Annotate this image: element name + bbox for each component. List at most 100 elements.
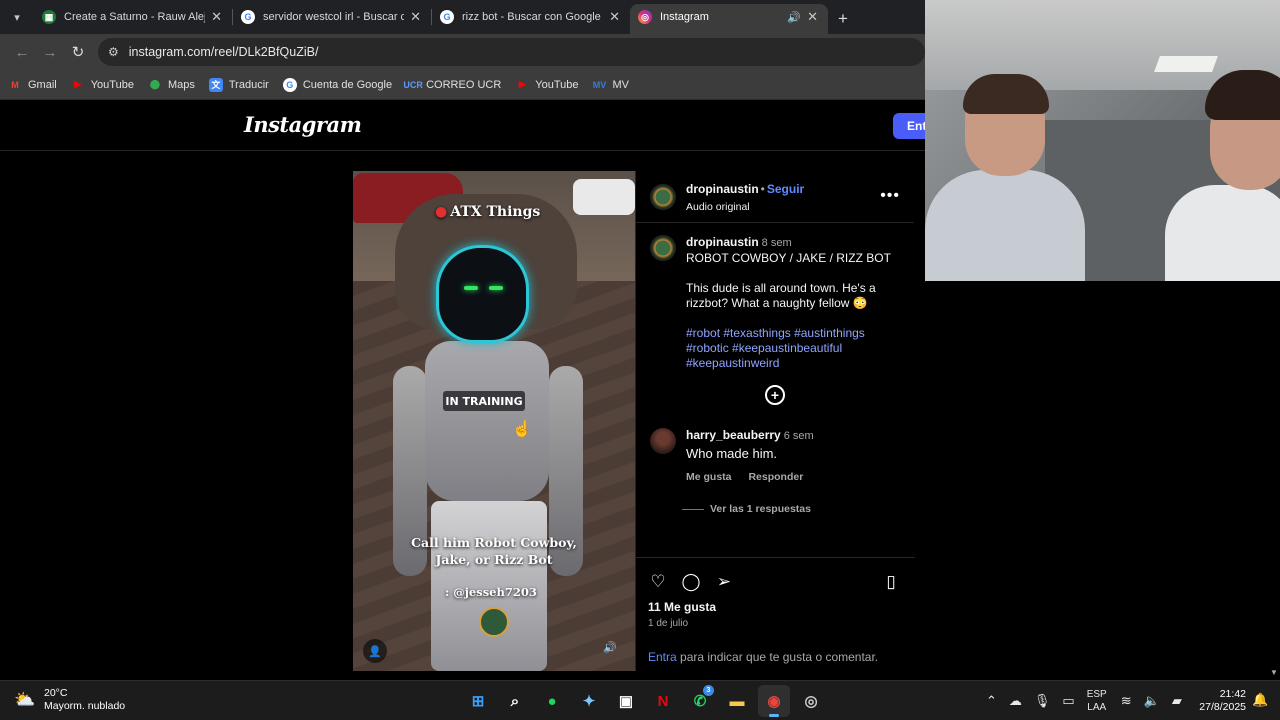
robot-badge: IN TRAINING bbox=[443, 391, 525, 411]
hashtag-line[interactable]: #robot #texasthings #austinthings bbox=[686, 326, 900, 341]
bookmark-youtube[interactable]: ▶ YouTube bbox=[71, 78, 134, 92]
bookmark-google-account[interactable]: G Cuenta de Google bbox=[282, 77, 392, 92]
tab-title: servidor westcol irl - Buscar con bbox=[263, 11, 405, 23]
search-icon: ⌕ bbox=[510, 692, 520, 710]
login-link[interactable]: Entra bbox=[648, 650, 677, 664]
microphone-icon[interactable]: 🎙 bbox=[1034, 693, 1051, 709]
windows-icon: ⊞ bbox=[471, 693, 485, 710]
bookmark-label: CORREO UCR bbox=[426, 78, 502, 91]
avatar[interactable] bbox=[650, 183, 676, 210]
clock[interactable]: 21:42 27/8/2025 bbox=[1188, 688, 1246, 714]
scroll-down-icon[interactable]: ▼ bbox=[1270, 668, 1278, 677]
likes-count[interactable]: 11 Me gusta bbox=[648, 600, 903, 614]
whatsapp-button[interactable]: ✆ 3 bbox=[684, 685, 716, 717]
clock-time: 21:42 bbox=[1219, 688, 1246, 700]
back-button[interactable]: ← bbox=[8, 38, 36, 66]
tab-westcol[interactable]: G servidor westcol irl - Buscar con ✕ bbox=[233, 4, 431, 34]
battery-icon[interactable]: ▰ bbox=[1172, 693, 1182, 709]
tagged-users-button[interactable]: 👤 bbox=[363, 639, 387, 663]
bookmark-correo-ucr[interactable]: UCR CORREO UCR bbox=[403, 78, 502, 92]
search-button[interactable]: ⌕ bbox=[499, 685, 531, 717]
webcam-overlay bbox=[925, 0, 1280, 281]
comment-like-button[interactable]: Me gusta bbox=[686, 471, 732, 483]
close-tab-icon[interactable]: ✕ bbox=[211, 9, 222, 25]
hashtag-line[interactable]: #robotic #keepaustinbeautiful bbox=[686, 341, 900, 356]
follow-button[interactable]: Seguir bbox=[767, 182, 804, 196]
post-footer: ♡ ◯ ➢ ▯ 11 Me gusta 1 de julio Entra par… bbox=[636, 557, 915, 671]
youtube-icon: ▶ bbox=[518, 79, 526, 89]
url-field[interactable]: ⚙ instagram.com/reel/DLk2BfQuZiB/ bbox=[98, 38, 925, 66]
netflix-button[interactable]: N bbox=[647, 685, 679, 717]
instagram-logo[interactable]: Instagram bbox=[244, 112, 362, 137]
tab-instagram[interactable]: ◎ Instagram 🔊 ✕ bbox=[630, 4, 828, 34]
device-icon[interactable]: ▭ bbox=[1062, 693, 1074, 709]
robot-head bbox=[436, 245, 529, 343]
translate-icon: 文 bbox=[208, 77, 223, 92]
tab-title: Instagram bbox=[660, 11, 709, 23]
robot-eye bbox=[464, 286, 478, 290]
audio-link[interactable]: Audio original bbox=[686, 201, 804, 213]
new-tab-button[interactable]: + bbox=[828, 4, 858, 34]
start-button[interactable]: ⊞ bbox=[462, 685, 494, 717]
webcam-person-left-cap bbox=[963, 74, 1049, 114]
maps-icon: ⬤ bbox=[149, 79, 160, 89]
pin-icon: ● bbox=[435, 204, 448, 220]
antivirus-icon[interactable]: ☁ bbox=[1009, 693, 1022, 709]
bookmark-label: Traducir bbox=[228, 78, 269, 91]
login-prompt: Entra para indicar que te gusta o coment… bbox=[648, 650, 903, 664]
reel-video[interactable]: ● ATX Things IN TRAINING Call him Robot C… bbox=[353, 171, 635, 671]
store-button[interactable]: ▣ bbox=[610, 685, 642, 717]
bookmark-maps[interactable]: ⬤ Maps bbox=[148, 78, 195, 92]
caption-username[interactable]: dropinaustin bbox=[686, 235, 759, 249]
weather-widget[interactable]: ⛅ 20°C Mayorm. nublado bbox=[14, 687, 125, 713]
spotify-button[interactable]: ● bbox=[536, 685, 568, 717]
avatar[interactable] bbox=[650, 235, 676, 261]
forward-button[interactable]: → bbox=[36, 38, 64, 66]
tab-saturno[interactable]: ▦ Create a Saturno - Rauw Alejan ✕ bbox=[34, 4, 232, 34]
hashtag-line[interactable]: #keepaustinweird bbox=[686, 356, 900, 371]
load-more-comments-icon[interactable]: + bbox=[765, 385, 785, 405]
comment-icon[interactable]: ◯ bbox=[681, 572, 701, 592]
reload-button[interactable]: ↻ bbox=[64, 38, 92, 66]
post-header: dropinaustin • Seguir Audio original ••• bbox=[636, 171, 914, 223]
share-icon[interactable]: ➢ bbox=[714, 572, 734, 592]
mute-button[interactable]: 🔊 bbox=[603, 641, 617, 654]
bookmark-mv[interactable]: MV MV bbox=[593, 78, 629, 92]
instagram-icon: ◎ bbox=[638, 10, 652, 24]
browser-tabbar: ▾ ▦ Create a Saturno - Rauw Alejan ✕ G s… bbox=[0, 0, 925, 34]
bookmark-youtube-2[interactable]: ▶ YouTube bbox=[515, 78, 579, 92]
view-replies-button[interactable]: Ver las 1 respuestas bbox=[682, 503, 811, 515]
hashtags: #robot #texasthings #austinthings #robot… bbox=[686, 326, 900, 371]
obs-icon: ◎ bbox=[804, 693, 818, 710]
tab-rizzbot[interactable]: G rizz bot - Buscar con Google ✕ bbox=[432, 4, 630, 34]
copilot-button[interactable]: ✦ bbox=[573, 685, 605, 717]
tab-search-button[interactable]: ▾ bbox=[0, 0, 34, 34]
bookmark-translate[interactable]: 文 Traducir bbox=[208, 77, 269, 92]
wifi-icon[interactable]: ≋ bbox=[1121, 693, 1132, 709]
notification-bell-icon[interactable]: 🔔 bbox=[1252, 692, 1268, 708]
chevron-up-icon[interactable]: ⌃ bbox=[986, 693, 997, 709]
post-date: 1 de julio bbox=[648, 618, 689, 629]
ucr-icon: UCR bbox=[403, 79, 423, 90]
video-caption: Call him Robot Cowboy, Jake, or Rizz Bot bbox=[403, 534, 585, 568]
file-explorer-button[interactable]: ▬ bbox=[721, 685, 753, 717]
google-icon: G bbox=[282, 77, 297, 92]
comment-reply-button[interactable]: Responder bbox=[748, 471, 803, 483]
close-tab-icon[interactable]: ✕ bbox=[410, 9, 421, 25]
bookmark-icon[interactable]: ▯ bbox=[881, 572, 901, 592]
post-username[interactable]: dropinaustin bbox=[686, 182, 759, 196]
bookmark-gmail[interactable]: M Gmail bbox=[8, 78, 56, 92]
avatar[interactable] bbox=[650, 428, 676, 454]
chrome-button[interactable]: ◉ bbox=[758, 685, 790, 717]
language-indicator[interactable]: ESP LAA bbox=[1087, 688, 1107, 714]
close-tab-icon[interactable]: ✕ bbox=[807, 9, 818, 25]
more-options-icon[interactable]: ••• bbox=[880, 187, 900, 205]
close-tab-icon[interactable]: ✕ bbox=[609, 9, 620, 25]
volume-icon[interactable]: 🔈 bbox=[1144, 693, 1160, 709]
speaker-icon[interactable]: 🔊 bbox=[787, 11, 801, 24]
obs-button[interactable]: ◎ bbox=[795, 685, 827, 717]
site-info-icon[interactable]: ⚙ bbox=[108, 45, 119, 59]
post-age: 8 sem bbox=[761, 237, 792, 249]
comment-username[interactable]: harry_beauberry bbox=[686, 428, 781, 442]
heart-icon[interactable]: ♡ bbox=[648, 572, 668, 592]
